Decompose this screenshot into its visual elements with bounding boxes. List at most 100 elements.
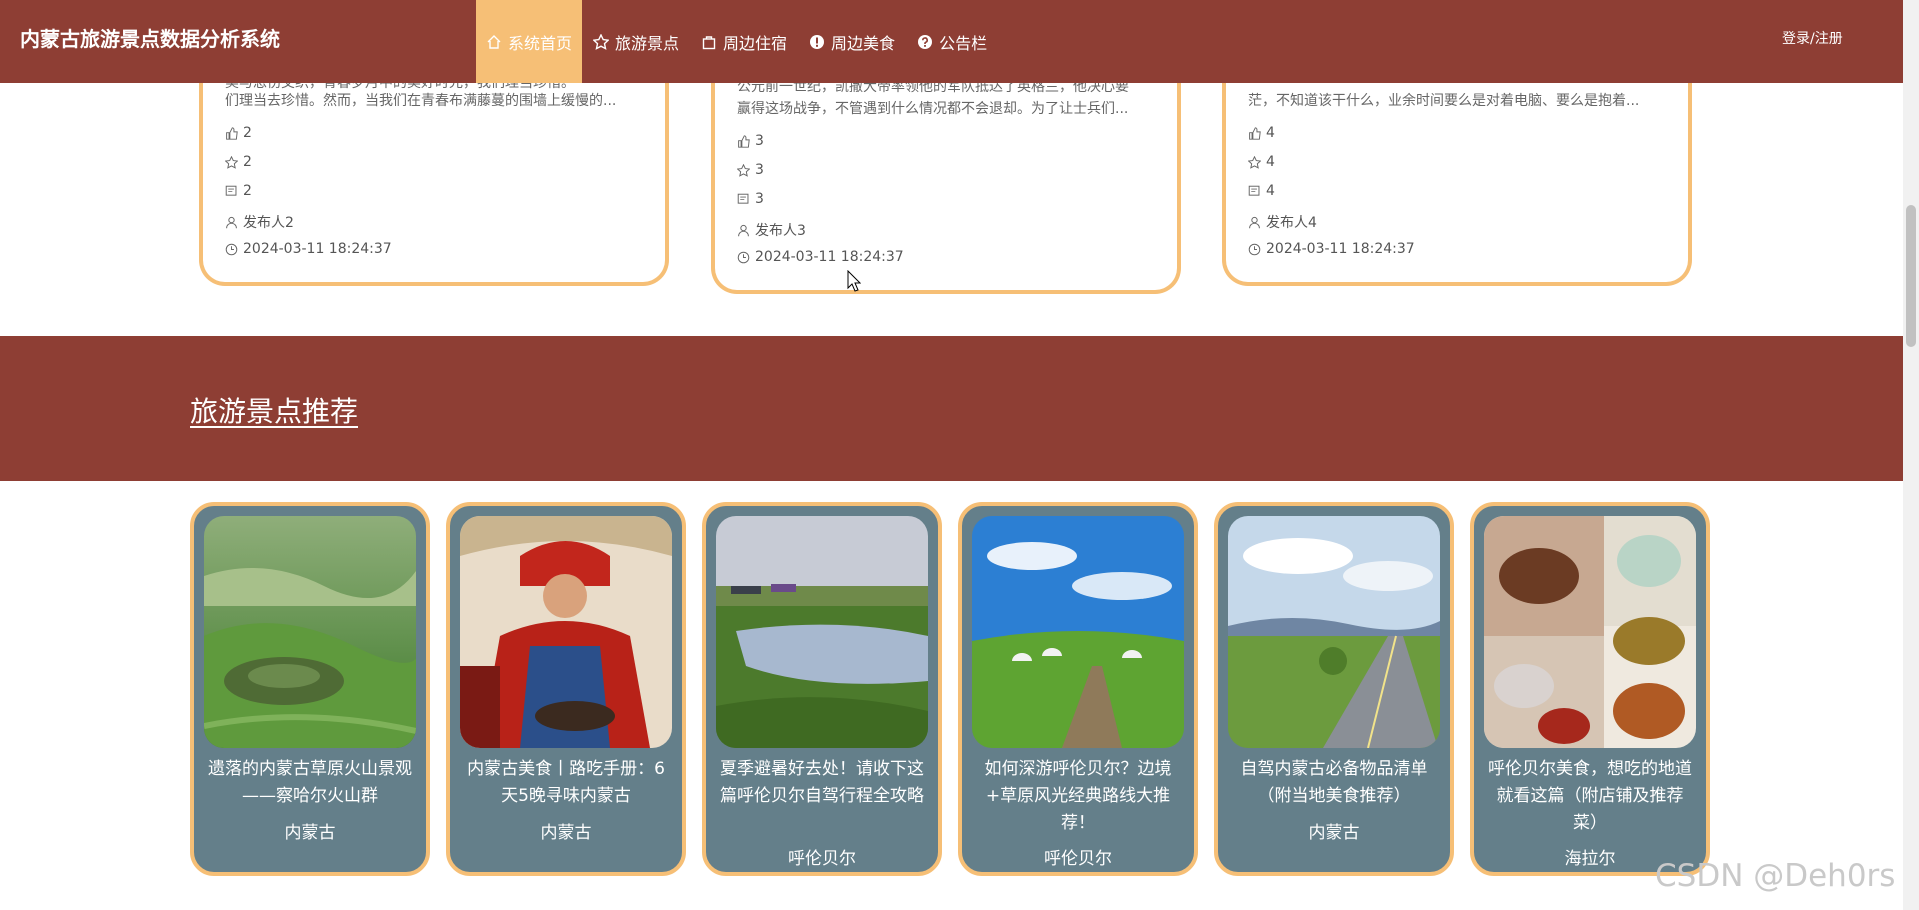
nav-item-label: 系统首页 [508, 33, 573, 53]
nav-item-home[interactable]: 系统首页 [476, 0, 583, 83]
comments-count: 2 [225, 183, 252, 199]
mongolian-costume-cooking-image [460, 516, 672, 748]
spot-title: 遗落的内蒙古草原火山景观——察哈尔火山群 [208, 759, 412, 806]
clock-icon [225, 243, 238, 255]
section-title[interactable]: 旅游景点推荐 [190, 390, 358, 430]
nav-item-label: 周边住宿 [723, 33, 788, 53]
yurt-grassland-image [972, 516, 1184, 748]
section-header: 旅游景点推荐 [0, 336, 1903, 481]
comment-icon [737, 193, 749, 204]
thumbs-up-icon [226, 126, 238, 140]
watermark: CSDN @Deh0rs [1655, 858, 1896, 894]
spot-card[interactable]: 自驾内蒙古必备物品清单（附当地美食推荐） 内蒙古 [1214, 502, 1454, 876]
spot-title: 如何深游呼伦贝尔？边境+草原风光经典路线大推荐！ [984, 759, 1172, 833]
volcano-grassland-image [204, 516, 416, 748]
star-outline-icon [225, 155, 238, 169]
spot-card[interactable]: 夏季避暑好去处！请收下这篇呼伦贝尔自驾行程全攻略 呼伦贝尔 [702, 502, 942, 876]
spot-image [716, 516, 928, 748]
favorites-value: 2 [243, 154, 252, 170]
mouse-cursor-icon [847, 270, 861, 292]
author-value: 发布人2 [243, 215, 294, 231]
time-value: 2024-03-11 18:24:37 [755, 249, 904, 265]
comments-value: 4 [1266, 183, 1275, 199]
nav-item-label: 公告栏 [939, 33, 988, 53]
comments-count: 3 [737, 191, 764, 207]
user-icon [1249, 216, 1260, 228]
bag-icon [702, 35, 716, 49]
spot-title: 夏季避暑好去处！请收下这篇呼伦贝尔自驾行程全攻略 [720, 759, 924, 806]
spot-location: 内蒙古 [1308, 823, 1360, 843]
publish-time: 2024-03-11 18:24:37 [225, 241, 392, 257]
nav-item-notice[interactable]: 公告栏 [906, 0, 998, 83]
spot-location: 内蒙古 [540, 823, 592, 843]
likes-value: 3 [755, 133, 764, 149]
info-icon [810, 34, 825, 49]
comment-icon [1248, 185, 1260, 196]
favorites-value: 4 [1266, 154, 1275, 170]
news-excerpt: 赢得这场战争，不管遇到什么情况都不会退却。为了让士兵们... [737, 101, 1129, 117]
author-value: 发布人3 [755, 223, 806, 239]
star-icon [593, 33, 610, 50]
spot-title: 内蒙古美食丨路吃手册：6天5晚寻味内蒙古 [467, 759, 665, 806]
spot-card[interactable]: 遗落的内蒙古草原火山景观——察哈尔火山群 内蒙古 [190, 502, 430, 876]
favorites-value: 3 [755, 162, 764, 178]
comments-value: 2 [243, 183, 252, 199]
top-navbar: 内蒙古旅游景点数据分析系统 系统首页 旅游景点 周边住宿 周边美食 公告栏 登录… [0, 0, 1903, 83]
user-icon [738, 224, 749, 236]
favorites-count: 3 [737, 162, 764, 178]
thumbs-up-icon [1249, 126, 1261, 140]
star-outline-icon [1248, 155, 1261, 169]
time-value: 2024-03-11 18:24:37 [1266, 241, 1415, 257]
author-value: 发布人4 [1266, 215, 1317, 231]
star-outline-icon [737, 163, 750, 177]
nav-item-lodging[interactable]: 周边住宿 [690, 0, 798, 83]
likes-value: 2 [243, 125, 252, 141]
news-excerpt: 茫，不知道该干什么，业余时间要么是对着电脑、要么是抱着... [1248, 93, 1640, 109]
author: 发布人3 [737, 220, 806, 240]
spot-location: 呼伦贝尔 [788, 849, 856, 869]
main-nav: 系统首页 旅游景点 周边住宿 周边美食 公告栏 [476, 0, 998, 83]
likes-value: 4 [1266, 125, 1275, 141]
home-icon [487, 34, 501, 49]
user-icon [226, 216, 237, 228]
nav-item-label: 旅游景点 [615, 33, 680, 53]
spot-title: 呼伦贝尔美食，想吃的地道就看这篇（附店铺及推荐菜） [1488, 759, 1692, 833]
publish-time: 2024-03-11 18:24:37 [1248, 241, 1415, 257]
clock-icon [737, 251, 750, 263]
favorites-count: 4 [1248, 154, 1275, 170]
scrollbar-thumb[interactable] [1906, 205, 1916, 347]
favorites-count: 2 [225, 154, 252, 170]
spot-image [460, 516, 672, 748]
spot-image [1228, 516, 1440, 748]
login-register-link[interactable]: 登录/注册 [1782, 0, 1843, 83]
nav-item-attractions[interactable]: 旅游景点 [582, 0, 690, 83]
publish-time: 2024-03-11 18:24:37 [737, 249, 904, 265]
spot-location: 内蒙古 [284, 823, 336, 843]
comments-value: 3 [755, 191, 764, 207]
spot-card[interactable]: 如何深游呼伦贝尔？边境+草原风光经典路线大推荐！ 呼伦贝尔 [958, 502, 1198, 876]
spot-location: 呼伦贝尔 [1044, 849, 1112, 869]
time-value: 2024-03-11 18:24:37 [243, 241, 392, 257]
likes-count: 2 [225, 125, 252, 141]
spot-image [204, 516, 416, 748]
spot-card[interactable]: 内蒙古美食丨路吃手册：6天5晚寻味内蒙古 内蒙古 [446, 502, 686, 876]
nav-item-label: 周边美食 [831, 33, 896, 53]
author: 发布人4 [1248, 212, 1317, 232]
clock-icon [1248, 243, 1261, 255]
nav-item-food[interactable]: 周边美食 [798, 0, 906, 83]
news-excerpt: 们理当去珍惜。然而，当我们在青春布满藤蔓的围墙上缓慢的... [225, 93, 617, 109]
help-icon [918, 34, 933, 49]
likes-count: 3 [737, 133, 764, 149]
highway-grassland-image [1228, 516, 1440, 748]
comments-count: 4 [1248, 183, 1275, 199]
likes-count: 4 [1248, 125, 1275, 141]
page-scrollbar[interactable] [1903, 0, 1919, 910]
author: 发布人2 [225, 212, 294, 232]
comment-icon [225, 185, 237, 196]
spot-image [972, 516, 1184, 748]
spot-image [1484, 516, 1696, 748]
spot-title: 自驾内蒙古必备物品清单（附当地美食推荐） [1240, 759, 1428, 806]
food-collage-image [1484, 516, 1696, 748]
spot-card[interactable]: 呼伦贝尔美食，想吃的地道就看这篇（附店铺及推荐菜） 海拉尔 [1470, 502, 1710, 876]
app-title: 内蒙古旅游景点数据分析系统 [20, 27, 280, 51]
